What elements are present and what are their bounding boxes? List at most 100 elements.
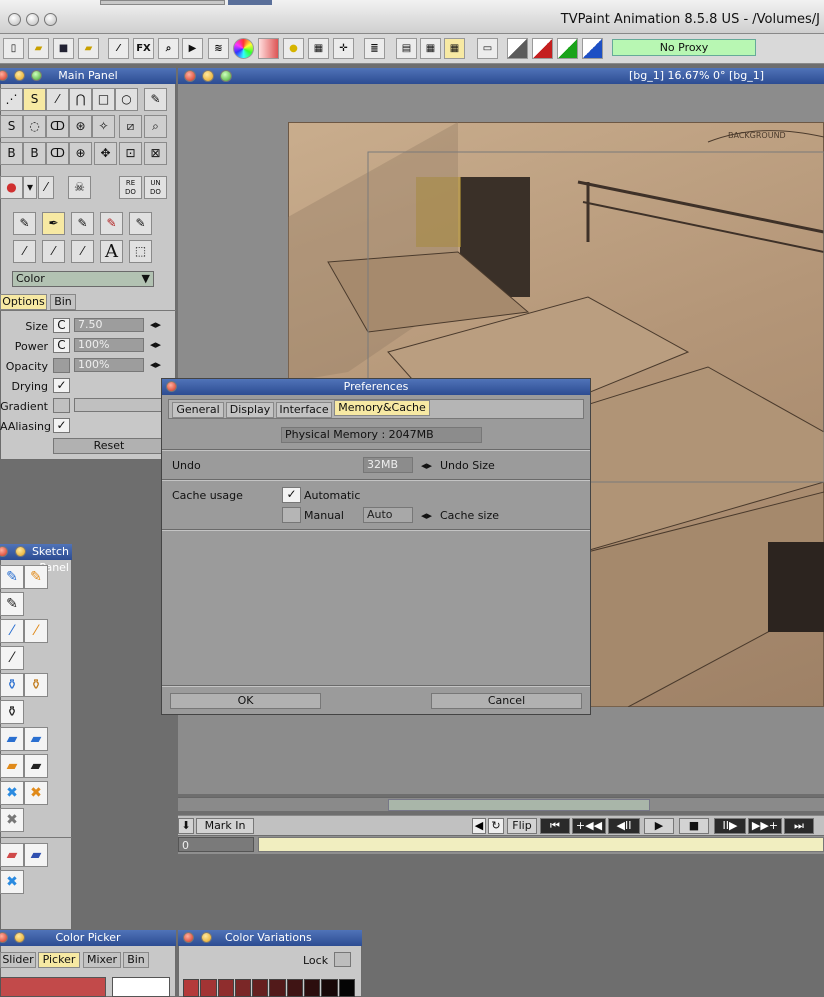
cache-stepper-icon[interactable]: ◂▸ [421, 509, 432, 522]
ok-button[interactable]: OK [170, 693, 321, 709]
grid-icon[interactable]: ▦ [308, 38, 329, 59]
color-slot-4[interactable] [582, 38, 603, 59]
lock-checkbox[interactable] [334, 952, 351, 967]
color-slot-3[interactable] [557, 38, 578, 59]
crop-icon[interactable]: ⧄ [119, 115, 142, 138]
record-icon[interactable]: ● [0, 176, 23, 199]
new-file-icon[interactable]: ▯ [3, 38, 24, 59]
brush-tools-icon[interactable]: ⁄ [108, 38, 129, 59]
select-rect-icon[interactable]: S [0, 115, 23, 138]
tab-memory-cache[interactable]: Memory&Cache [334, 400, 430, 416]
tab-slider[interactable]: Slider [0, 952, 36, 968]
prev-frame-button[interactable]: ◀II [608, 818, 640, 834]
size-field[interactable]: 7.50 [74, 318, 144, 332]
picker-icon[interactable]: ⁄ [38, 176, 54, 199]
undo-stepper-icon[interactable]: ◂▸ [421, 459, 432, 472]
play-button[interactable]: ▶ [644, 818, 674, 834]
view-mode-1-icon[interactable]: ▤ [396, 38, 417, 59]
black-marker-brush[interactable]: ▰ [24, 754, 48, 778]
loop-icon[interactable]: ↻ [488, 818, 504, 834]
dotted-line-icon[interactable]: ⋰ [0, 88, 23, 111]
size-c-toggle[interactable]: C [53, 318, 70, 333]
aliasing-checkbox[interactable]: ✓ [53, 418, 70, 433]
tab-picker[interactable]: Picker [38, 952, 80, 968]
color-wheel-icon[interactable] [233, 38, 254, 59]
save-disk-icon[interactable]: ■ [53, 38, 74, 59]
variation-swatch[interactable] [304, 979, 321, 997]
fill-bucket-icon[interactable]: ✎ [144, 88, 167, 111]
freehand-icon[interactable]: S [23, 88, 46, 111]
folder-icon[interactable]: ▰ [78, 38, 99, 59]
zoom-icon[interactable]: ⌕ [158, 38, 179, 59]
undo-field[interactable]: 32MB [363, 457, 413, 473]
scroll-thumb[interactable] [388, 799, 650, 811]
variation-swatch[interactable] [252, 979, 269, 997]
timeline-down-icon[interactable]: ⬇ [178, 818, 194, 834]
last-frame-button[interactable]: ⏭ [784, 818, 814, 834]
canvas-close-button[interactable] [184, 70, 196, 82]
color-slot-1[interactable] [507, 38, 528, 59]
text-icon[interactable]: A [100, 240, 123, 263]
variation-swatch[interactable] [269, 979, 286, 997]
variation-swatch[interactable] [286, 979, 304, 997]
pen-icon[interactable]: ✒ [42, 212, 65, 235]
tab-options[interactable]: Options [0, 294, 47, 310]
proxy-status[interactable]: No Proxy [612, 39, 756, 56]
color-slot-2[interactable] [532, 38, 553, 59]
cancel-button[interactable]: Cancel [431, 693, 582, 709]
frame-number[interactable]: 0 [178, 837, 254, 852]
select-spline-icon[interactable]: ⊛ [69, 115, 92, 138]
tab-bin[interactable]: Bin [50, 294, 76, 310]
magic-wand-icon[interactable]: ✧ [92, 115, 115, 138]
clear-icon[interactable]: ⊠ [144, 142, 167, 165]
power-field[interactable]: 100% [74, 338, 144, 352]
undo-button[interactable]: UN DO [144, 176, 167, 199]
monitor-icon[interactable]: ▭ [477, 38, 498, 59]
blue-pen-brush[interactable]: ⁄ [0, 619, 24, 643]
cache-size-field[interactable]: Auto [363, 507, 413, 523]
variation-swatch[interactable] [217, 979, 234, 997]
flip-button[interactable]: Flip [507, 818, 537, 834]
selection-brush-icon[interactable]: ⬚ [129, 240, 152, 263]
transform-icon[interactable]: ✛ [333, 38, 354, 59]
canvas-zoom-button[interactable] [220, 70, 232, 82]
warp-icon[interactable]: ⊕ [69, 142, 92, 165]
layer-stack-icon[interactable]: ≣ [364, 38, 385, 59]
manual-checkbox[interactable] [282, 507, 301, 523]
reset-button[interactable]: Reset [53, 438, 165, 454]
orange-ink-bottle[interactable]: ⚱ [24, 673, 48, 697]
opacity-field[interactable]: 100% [74, 358, 144, 372]
variation-swatch[interactable] [338, 979, 355, 997]
rectangle-icon[interactable]: □ [92, 88, 115, 111]
variation-swatch[interactable] [183, 979, 200, 997]
zoom-window-button[interactable] [44, 13, 57, 26]
gradient-icon[interactable] [258, 38, 279, 59]
swap-icon[interactable]: ▾ [23, 176, 37, 199]
mode-select[interactable]: Color ▼ [12, 271, 154, 287]
layers-icon[interactable]: ≋ [208, 38, 229, 59]
blue-pencil-brush[interactable]: ✎ [0, 565, 24, 589]
select-lasso-icon[interactable]: ↀ [46, 115, 69, 138]
line-icon[interactable]: ⁄ [46, 88, 69, 111]
size-stepper-icon[interactable]: ◂▸ [150, 318, 161, 331]
secondary-color-swatch[interactable] [112, 977, 170, 997]
variation-swatch[interactable] [200, 979, 217, 997]
orange-marker-brush[interactable]: ▰ [0, 754, 24, 778]
stop-button[interactable]: ■ [679, 818, 709, 834]
main-color-swatch[interactable] [0, 977, 106, 997]
first-frame-button[interactable]: ⏮ [540, 818, 570, 834]
blue-ink-bottle[interactable]: ⚱ [0, 673, 24, 697]
minimize-window-button[interactable] [26, 13, 39, 26]
black-pencil-brush[interactable]: ✎ [0, 592, 24, 616]
sketch-panel-minimize-button[interactable] [15, 546, 26, 557]
color-picker-minimize-button[interactable] [14, 932, 25, 943]
blue-x-brush[interactable]: ✖ [0, 870, 24, 894]
close-window-button[interactable] [8, 13, 21, 26]
view-mode-3-icon[interactable]: ▦ [444, 38, 465, 59]
marker-icon[interactable]: ✎ [129, 212, 152, 235]
blue-cross-eraser[interactable]: ✖ [0, 781, 24, 805]
color-variations-close-button[interactable] [183, 932, 194, 943]
paint-brush-icon[interactable]: ⁄ [13, 240, 36, 263]
felt-pen-icon[interactable]: ✎ [71, 212, 94, 235]
main-panel-zoom-button[interactable] [31, 70, 42, 81]
